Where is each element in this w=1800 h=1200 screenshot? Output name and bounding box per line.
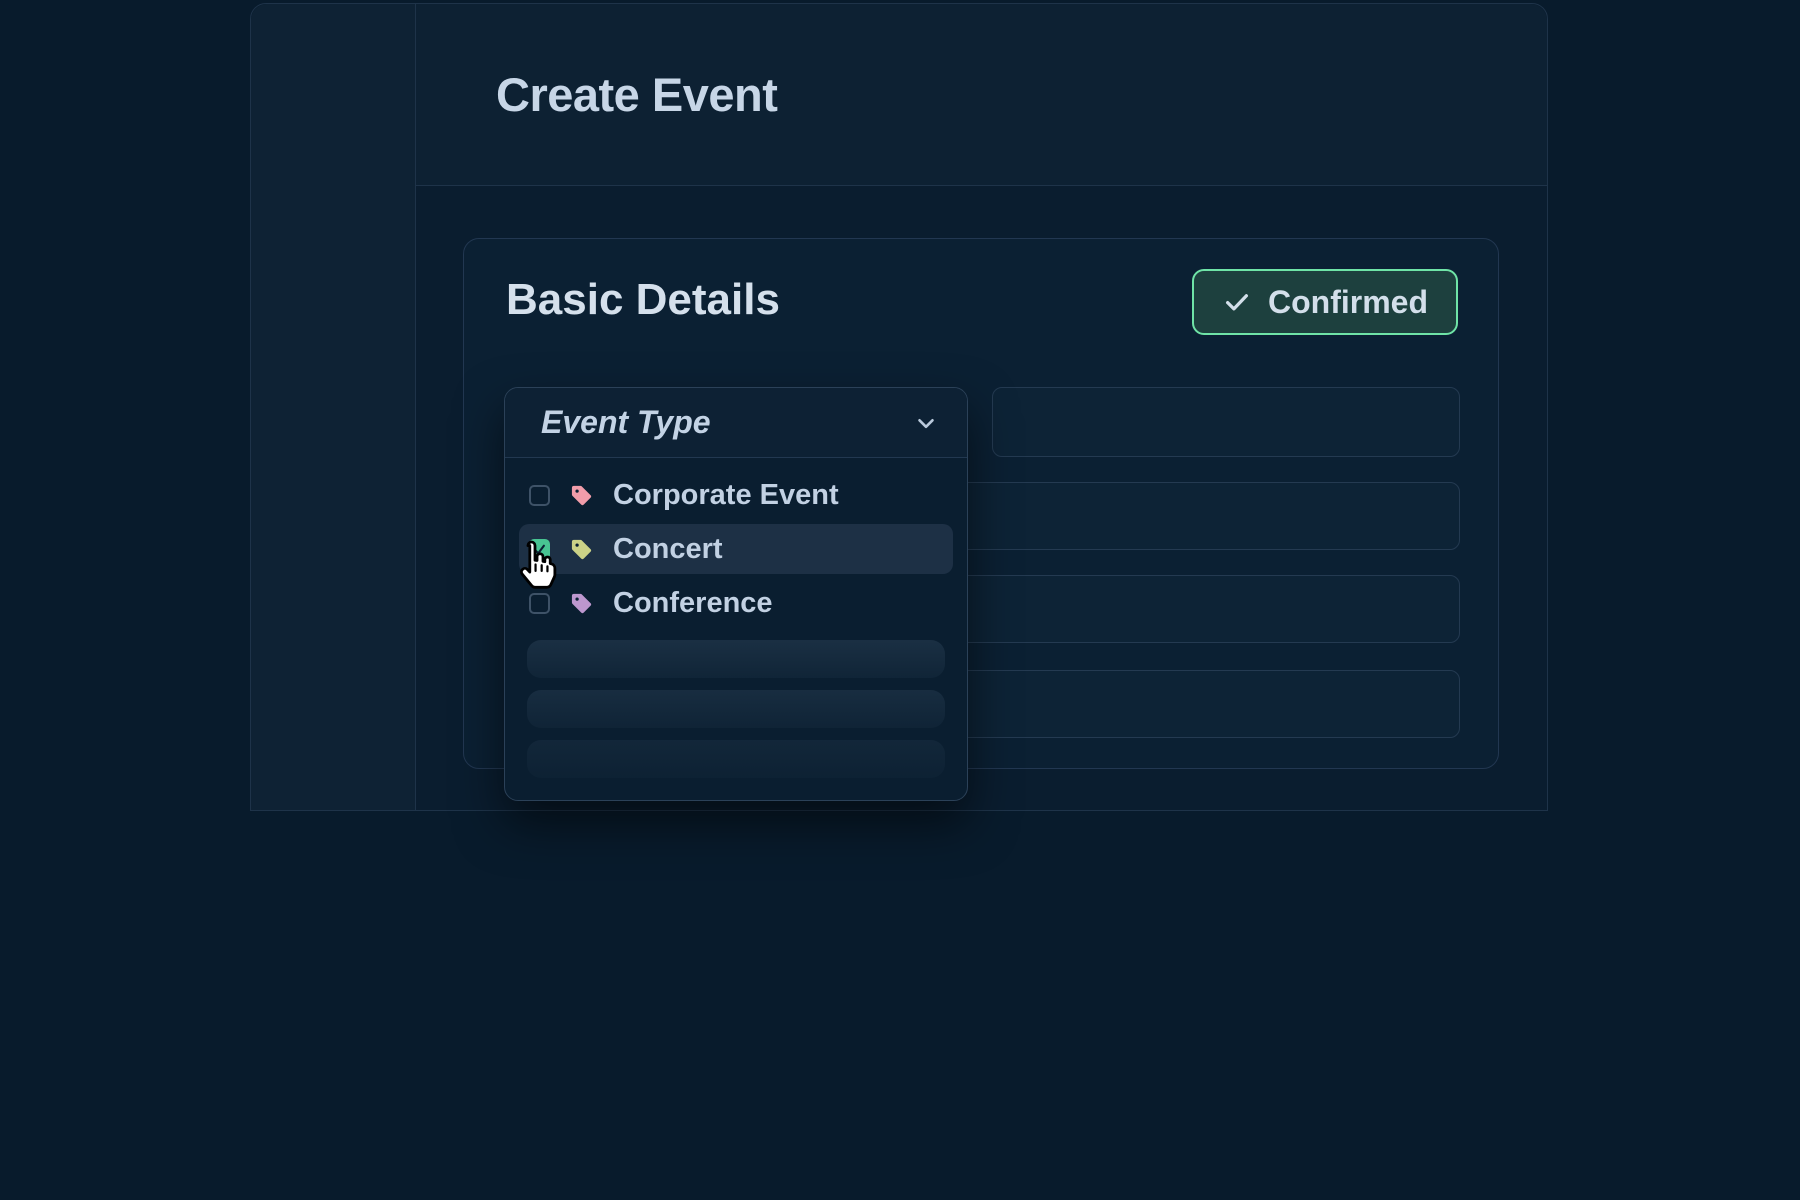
page-title: Create Event bbox=[496, 67, 777, 122]
tag-icon bbox=[570, 592, 593, 615]
page-header: Create Event bbox=[416, 4, 1547, 186]
main-content: Basic Details Confirmed Event Type bbox=[416, 186, 1547, 810]
checkbox-checked[interactable] bbox=[529, 539, 550, 560]
check-icon bbox=[1222, 287, 1252, 317]
option-label: Corporate Event bbox=[613, 479, 839, 512]
checkbox-unchecked[interactable] bbox=[529, 485, 550, 506]
skeleton-placeholder bbox=[527, 640, 945, 678]
skeleton-placeholder bbox=[527, 690, 945, 728]
dropdown-option-list: Corporate Event Concert bbox=[505, 458, 967, 800]
checkbox-unchecked[interactable] bbox=[529, 593, 550, 614]
dropdown-label: Event Type bbox=[541, 404, 711, 441]
tag-icon bbox=[570, 484, 593, 507]
option-concert[interactable]: Concert bbox=[519, 524, 953, 574]
option-label: Conference bbox=[613, 587, 773, 620]
app-window: Create Event Basic Details Confirmed Eve… bbox=[250, 3, 1548, 811]
event-type-dropdown-trigger[interactable]: Event Type bbox=[505, 388, 967, 458]
skeleton-placeholder bbox=[527, 740, 945, 778]
option-label: Concert bbox=[613, 533, 723, 566]
status-badge-label: Confirmed bbox=[1268, 284, 1428, 321]
event-type-dropdown-panel: Event Type Corporate Event bbox=[504, 387, 968, 801]
basic-details-card: Basic Details Confirmed Event Type bbox=[463, 238, 1499, 769]
sidebar bbox=[251, 4, 416, 810]
chevron-down-icon bbox=[913, 410, 939, 436]
tag-icon bbox=[570, 538, 593, 561]
input-field-1[interactable] bbox=[992, 387, 1460, 457]
confirmed-status-badge[interactable]: Confirmed bbox=[1192, 269, 1458, 335]
card-title: Basic Details bbox=[506, 275, 780, 325]
option-conference[interactable]: Conference bbox=[519, 578, 953, 628]
option-corporate-event[interactable]: Corporate Event bbox=[519, 470, 953, 520]
